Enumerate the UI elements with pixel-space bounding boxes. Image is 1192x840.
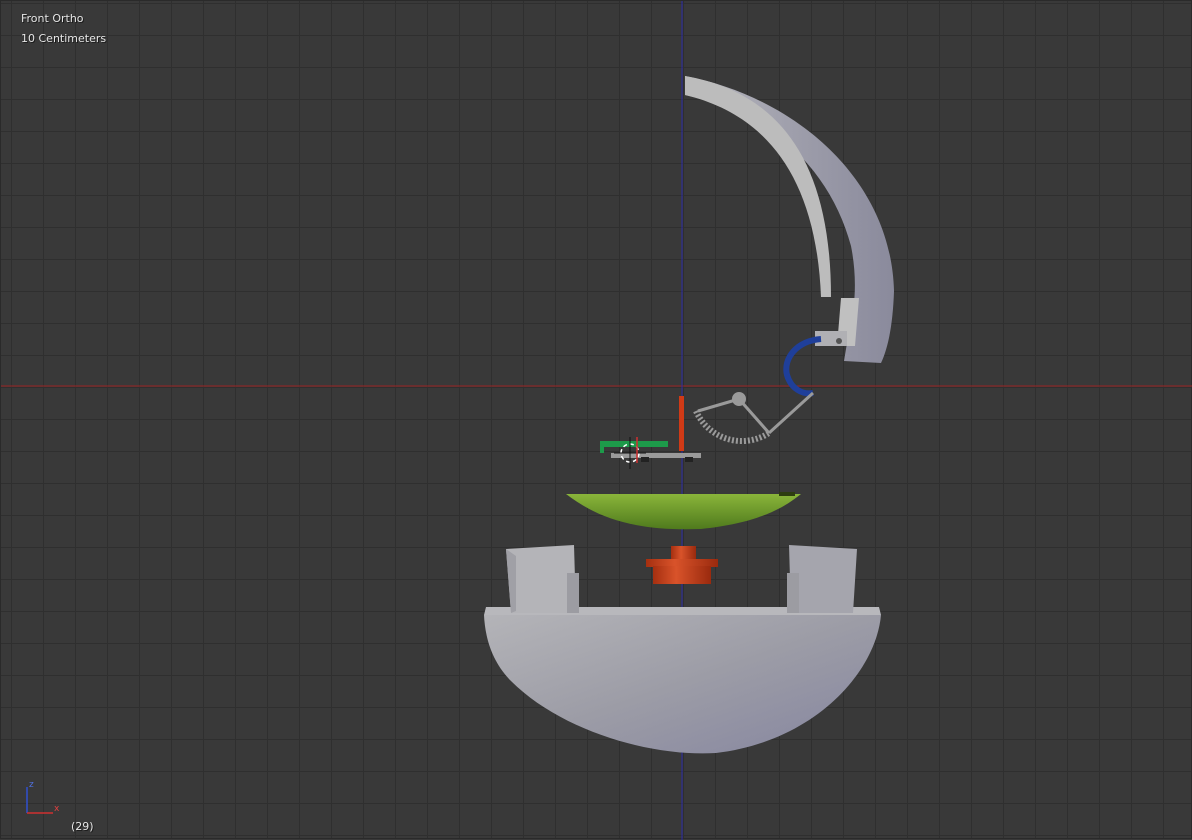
red-rod-object[interactable] — [679, 396, 684, 451]
axis-z-label: z — [29, 780, 34, 790]
red-base-object[interactable] — [646, 546, 718, 584]
green-plate-object[interactable] — [566, 494, 801, 530]
spring-object[interactable] — [783, 336, 822, 397]
lever-assembly-object[interactable] — [600, 441, 701, 462]
upper-shell-object[interactable] — [685, 76, 894, 363]
axis-gizmo: z x — [26, 780, 60, 814]
gear-mechanism-object[interactable] — [693, 391, 815, 445]
frame-number-label: (29) — [71, 820, 94, 833]
view-name-label: Front Ortho — [21, 12, 84, 25]
scene-canvas[interactable] — [1, 1, 1192, 840]
grid-scale-label: 10 Centimeters — [21, 32, 107, 45]
3d-viewport[interactable]: Front Ortho 10 Centimeters z x (29) — [0, 0, 1192, 840]
axis-x-label: x — [54, 804, 60, 814]
